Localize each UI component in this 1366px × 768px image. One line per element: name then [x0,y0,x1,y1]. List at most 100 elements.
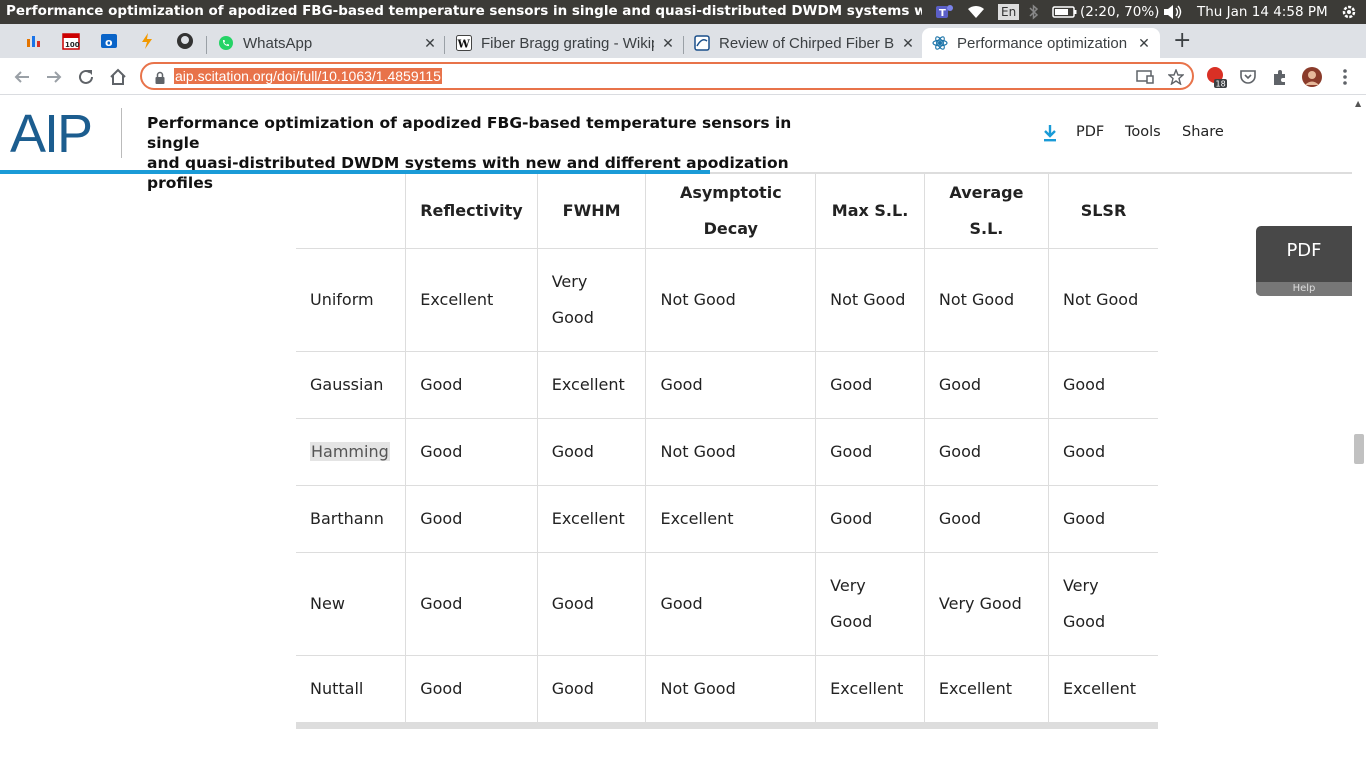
lock-icon[interactable] [154,70,166,89]
wifi-icon[interactable] [966,0,986,24]
floating-pdf-widget[interactable]: PDF Help [1256,226,1352,296]
stop-sign-icon: 18 [1207,67,1227,89]
table-cell: Nuttall [296,655,407,723]
pocket-icon[interactable] [1237,66,1259,88]
teams-icon[interactable]: T [934,0,954,24]
table-cell: Good [645,351,817,419]
system-top-bar: Performance optimization of apodized FBG… [0,0,1366,24]
tab-whatsapp[interactable]: WhatsApp ✕ [214,28,442,58]
header-pdf-link[interactable]: PDF [1076,124,1104,140]
pdf-widget-label[interactable]: PDF [1256,240,1352,261]
keyboard-layout-label: En [998,4,1020,20]
close-tab-icon[interactable]: ✕ [1136,35,1152,52]
tab-label: Performance optimization [957,34,1128,52]
profile-avatar[interactable] [1301,66,1323,88]
table-cell: Good [405,655,538,723]
table-row: Gaussian Good Excellent Good Good Good G… [296,351,1158,419]
table-cell: Excellent [405,248,538,352]
scrollbar-thumb[interactable] [1354,434,1364,464]
table-cell: Good [537,655,647,723]
table-header-cell: SLSR [1048,174,1158,249]
extensions-puzzle-icon[interactable] [1269,66,1291,88]
close-tab-icon[interactable]: ✕ [422,35,438,52]
tab-wikipedia[interactable]: W Fiber Bragg grating - Wikipedia ✕ [452,28,680,58]
selected-text-highlight[interactable]: Hamming [310,441,390,461]
table-cell: Gaussian [296,351,407,419]
clock[interactable]: Thu Jan 14 4:58 PM [1197,0,1328,24]
table-cell: Good [1048,351,1158,419]
close-tab-icon[interactable]: ✕ [660,35,676,52]
battery-icon [1052,6,1077,18]
aip-logo[interactable]: AIP [10,106,93,162]
header-share-link[interactable]: Share [1182,124,1224,140]
bookmark-star-icon[interactable] [1167,68,1185,89]
url-text[interactable]: aip.scitation.org/doi/full/10.1063/1.485… [174,68,442,84]
table-header-cell: Average S.L. [924,174,1049,249]
github-icon [177,33,193,49]
new-tab-button[interactable]: + [1173,28,1191,53]
svg-text:T: T [939,8,946,19]
tab-performance-optimization[interactable]: Performance optimization ✕ [922,28,1160,58]
table-cell: Good [815,418,925,486]
tab-separator [206,36,207,54]
analytics-icon [27,36,40,47]
pinned-tab-bolt[interactable] [136,30,158,52]
download-icon[interactable] [1042,124,1058,146]
table-row: Nuttall Good Good Not Good Excellent Exc… [296,655,1158,723]
table-cell: Good [537,418,647,486]
svg-text:100: 100 [65,41,80,49]
back-arrow-icon[interactable] [10,65,34,89]
header-tools-link[interactable]: Tools [1125,124,1161,140]
pdf-widget-help[interactable]: Help [1256,282,1352,296]
svg-text:W: W [457,38,471,51]
scitation-icon [932,35,948,51]
table-cell: Very Good [924,552,1049,656]
document-icon [694,35,710,51]
table-cell: Good [924,418,1049,486]
table-cell: Excellent [645,485,817,553]
battery-indicator[interactable]: (2:20, 70%) [1052,0,1159,24]
settings-gear-icon[interactable] [1340,0,1358,24]
table-cell: Not Good [645,655,817,723]
table-cell: Excellent [924,655,1049,723]
table-cell: Good [405,552,538,656]
table-cell: New [296,552,407,656]
table-cell: Good [924,351,1049,419]
extension-badge: 18 [1216,80,1226,89]
table-row: Uniform Excellent Very Good Not Good Not… [296,248,1158,352]
tab-review-chirped[interactable]: Review of Chirped Fiber Bragg ✕ [690,28,920,58]
bluetooth-icon[interactable] [1028,0,1040,24]
volume-icon[interactable] [1162,0,1184,24]
reading-progress-bar [0,170,710,174]
tab-label: WhatsApp [243,34,313,52]
battery-status: (2:20, 70%) [1080,4,1160,20]
tab-separator [683,36,684,54]
table-row: Hamming Good Good Not Good Good Good Goo… [296,418,1158,486]
reload-icon[interactable] [74,65,98,89]
table-cell: Good [815,351,925,419]
pinned-tab-analytics[interactable] [22,30,44,52]
pinned-tab-calendar[interactable]: 100 [60,30,82,52]
bolt-icon [142,33,152,49]
address-bar[interactable]: aip.scitation.org/doi/full/10.1063/1.485… [140,62,1194,90]
web-page: Reflectivity FWHM Asymptotic Decay Max S… [0,96,1366,768]
home-icon[interactable] [106,65,130,89]
extension-adblock[interactable]: 18 [1205,66,1227,88]
table-cell: Excellent [1048,655,1158,723]
forward-arrow-icon[interactable] [42,65,66,89]
page-scrollbar[interactable]: ▲ [1352,96,1366,768]
scroll-up-arrow-icon[interactable]: ▲ [1355,99,1361,108]
pinned-tab-outlook[interactable]: o [98,30,120,52]
pinned-tab-github[interactable] [174,30,196,52]
table-cell: Very Good [815,552,925,656]
browser-tab-strip: 100 o WhatsApp ✕ W Fiber Bragg grating -… [0,24,1366,58]
cast-icon[interactable] [1136,69,1154,89]
svg-text:o: o [105,36,113,49]
window-title: Performance optimization of apodized FBG… [6,3,922,19]
close-tab-icon[interactable]: ✕ [900,35,916,52]
table-cell: Not Good [815,248,925,352]
table-cell: Good [1048,485,1158,553]
table-cell: Barthann [296,485,407,553]
chrome-menu-icon[interactable] [1334,66,1356,88]
keyboard-layout-indicator[interactable]: En [998,0,1020,24]
